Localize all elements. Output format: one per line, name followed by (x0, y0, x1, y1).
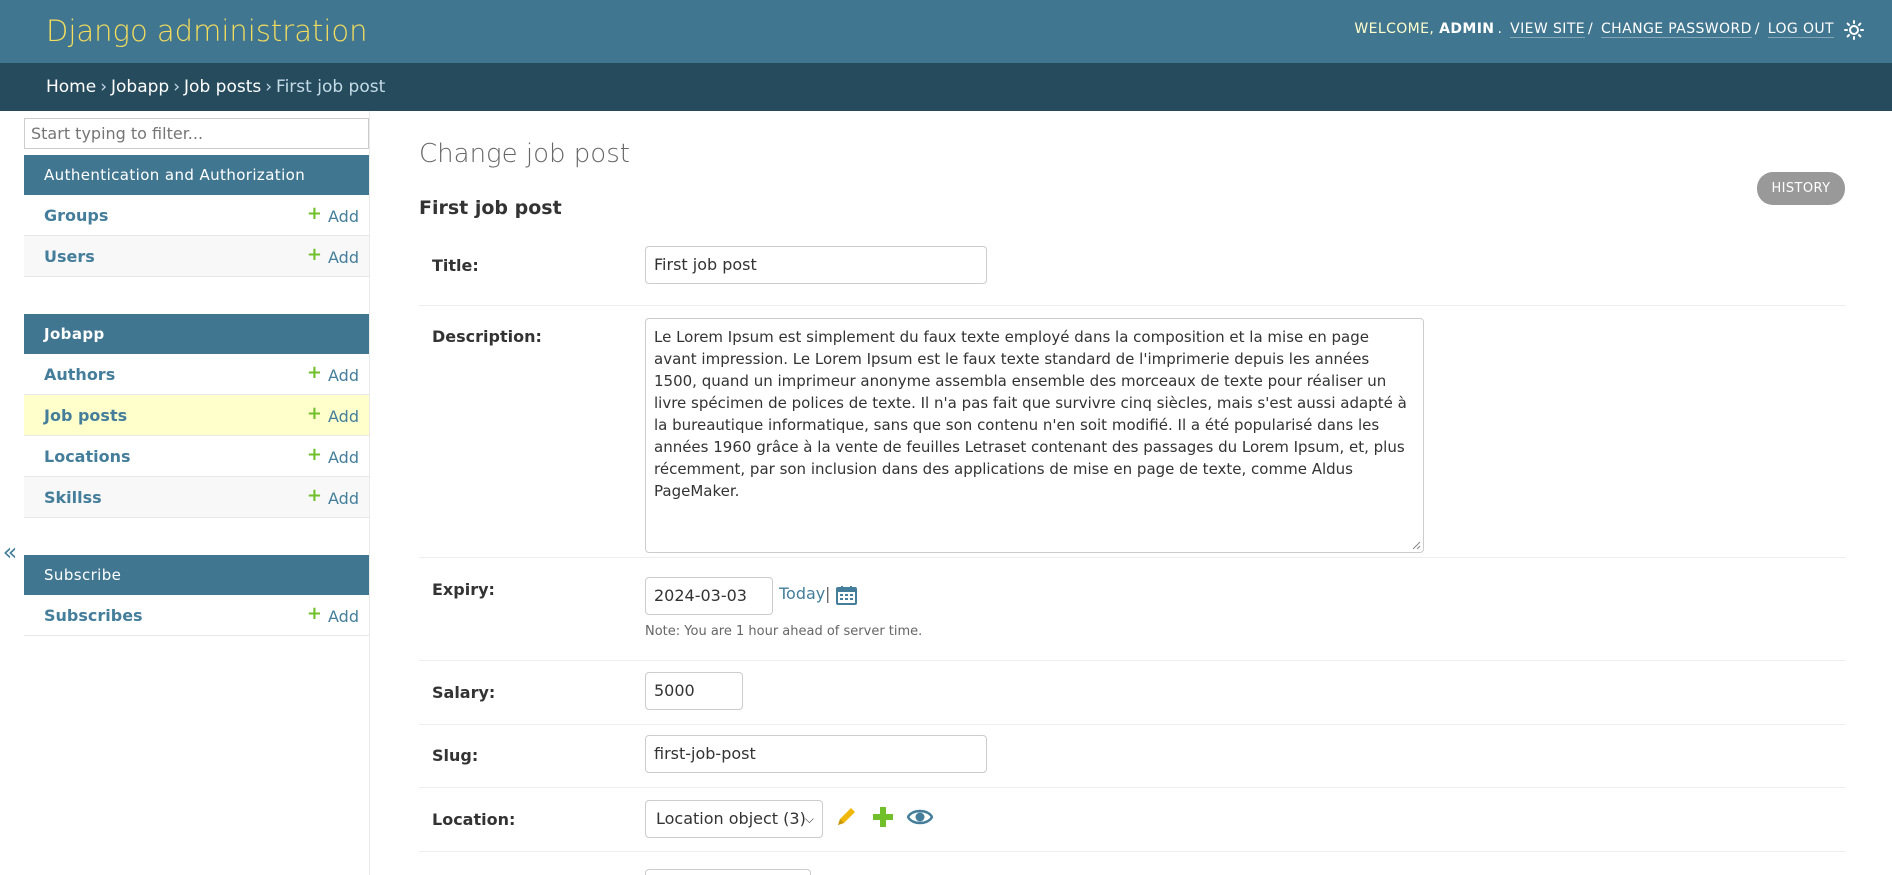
add-skillss-link[interactable]: + Add (306, 485, 359, 509)
model-link-job-posts[interactable]: Job posts (44, 406, 127, 425)
model-link-skillss[interactable]: Skillss (44, 488, 102, 507)
model-link-subscribes[interactable]: Subscribes (44, 606, 143, 625)
sidebar-item-job-posts[interactable]: Job posts + Add (24, 395, 369, 436)
chevron-down-icon: ⌵ (804, 812, 814, 826)
breadcrumb: Home › Jobapp › Job posts › First job post (0, 63, 1892, 111)
breadcrumb-model[interactable]: Job posts (184, 77, 261, 97)
location-select-value: Location object (3) (656, 809, 806, 828)
log-out-link[interactable]: Log out (1767, 21, 1834, 38)
plus-icon: + (306, 485, 323, 506)
sidebar-item-authors[interactable]: Authors + Add (24, 354, 369, 395)
model-link-locations[interactable]: Locations (44, 447, 131, 466)
object-subtitle: First job post (419, 197, 562, 219)
plus-icon: + (306, 403, 323, 424)
sidebar-item-groups[interactable]: Groups + Add (24, 195, 369, 236)
plus-icon: + (306, 444, 323, 465)
header: Django administration Welcome, admin. Vi… (0, 0, 1892, 63)
resize-grip-icon[interactable] (1411, 540, 1421, 550)
sun-icon[interactable] (1844, 20, 1864, 40)
plus-icon: + (306, 362, 323, 383)
app-caption-jobapp[interactable]: Jobapp (24, 314, 369, 354)
sidebar-item-locations[interactable]: Locations + Add (24, 436, 369, 477)
form-row-slug: Slug: first-job-post (419, 725, 1846, 788)
model-link-users[interactable]: Users (44, 247, 95, 266)
sidebar-item-users[interactable]: Users + Add (24, 236, 369, 277)
model-link-authors[interactable]: Authors (44, 365, 115, 384)
expiry-help-note: Note: You are 1 hour ahead of server tim… (645, 624, 923, 639)
history-button[interactable]: History (1757, 172, 1845, 205)
add-authors-link[interactable]: + Add (306, 362, 359, 386)
today-link[interactable]: Today (779, 584, 825, 603)
calendar-icon[interactable] (836, 585, 857, 605)
breadcrumb-app[interactable]: Jobapp (111, 77, 169, 97)
change-password-link[interactable]: Change password (1601, 21, 1752, 38)
username: admin (1439, 21, 1495, 37)
view-site-link[interactable]: View site (1510, 21, 1586, 38)
form-row-salary: Salary: 5000 (419, 661, 1846, 725)
collapse-sidebar-icon[interactable]: « (0, 537, 20, 567)
form-row-location: Location: Location object (3) ⌵ (419, 788, 1846, 852)
slug-input[interactable]: first-job-post (645, 735, 987, 773)
plus-icon: + (306, 203, 323, 224)
next-field-input[interactable] (645, 869, 811, 875)
plus-icon: + (306, 244, 323, 265)
nav-sidebar: Authentication and Authorization Groups … (24, 111, 370, 875)
edit-pencil-icon[interactable] (833, 804, 859, 830)
add-subscribes-link[interactable]: + Add (306, 603, 359, 627)
model-link-groups[interactable]: Groups (44, 206, 108, 225)
breadcrumb-current: First job post (276, 77, 386, 97)
salary-input[interactable]: 5000 (645, 672, 743, 710)
location-label: Location: (432, 810, 516, 829)
nav-filter-input[interactable] (24, 118, 369, 149)
title-label: Title: (432, 256, 479, 275)
add-groups-link[interactable]: + Add (306, 203, 359, 227)
page-title: Change job post (419, 139, 630, 169)
add-job-posts-link[interactable]: + Add (306, 403, 359, 427)
app-caption-auth[interactable]: Authentication and Authorization (24, 155, 369, 195)
expiry-label: Expiry: (432, 580, 495, 599)
salary-label: Salary: (432, 683, 496, 702)
expiry-date-input[interactable]: 2024-03-03 (645, 577, 773, 615)
breadcrumb-home[interactable]: Home (46, 77, 96, 97)
location-select[interactable]: Location object (3) ⌵ (645, 800, 823, 838)
description-label: Description: (432, 327, 542, 346)
description-text: Le Lorem Ipsum est simplement du faux te… (654, 328, 1407, 500)
sidebar-item-skillss[interactable]: Skillss + Add (24, 477, 369, 518)
sidebar-item-subscribes[interactable]: Subscribes + Add (24, 595, 369, 636)
description-textarea[interactable]: Le Lorem Ipsum est simplement du faux te… (645, 318, 1424, 553)
form-row-description: Description: Le Lorem Ipsum est simpleme… (419, 306, 1846, 558)
calendar-separator: | (825, 584, 831, 603)
slug-label: Slug: (432, 746, 479, 765)
add-plus-icon[interactable] (870, 804, 896, 830)
plus-icon: + (306, 603, 323, 624)
welcome-text: Welcome, (1354, 21, 1435, 37)
site-branding[interactable]: Django administration (46, 14, 368, 48)
user-tools: Welcome, admin. View site / Change passwo… (1354, 21, 1834, 38)
add-locations-link[interactable]: + Add (306, 444, 359, 468)
title-input[interactable]: First job post (645, 246, 987, 284)
form-row-title: Title: First job post (419, 242, 1846, 306)
app-caption-subscribe[interactable]: Subscribe (24, 555, 369, 595)
view-eye-icon[interactable] (907, 804, 933, 830)
add-users-link[interactable]: + Add (306, 244, 359, 268)
form-row-expiry: Expiry: 2024-03-03 Today | Note: You are… (419, 558, 1846, 661)
